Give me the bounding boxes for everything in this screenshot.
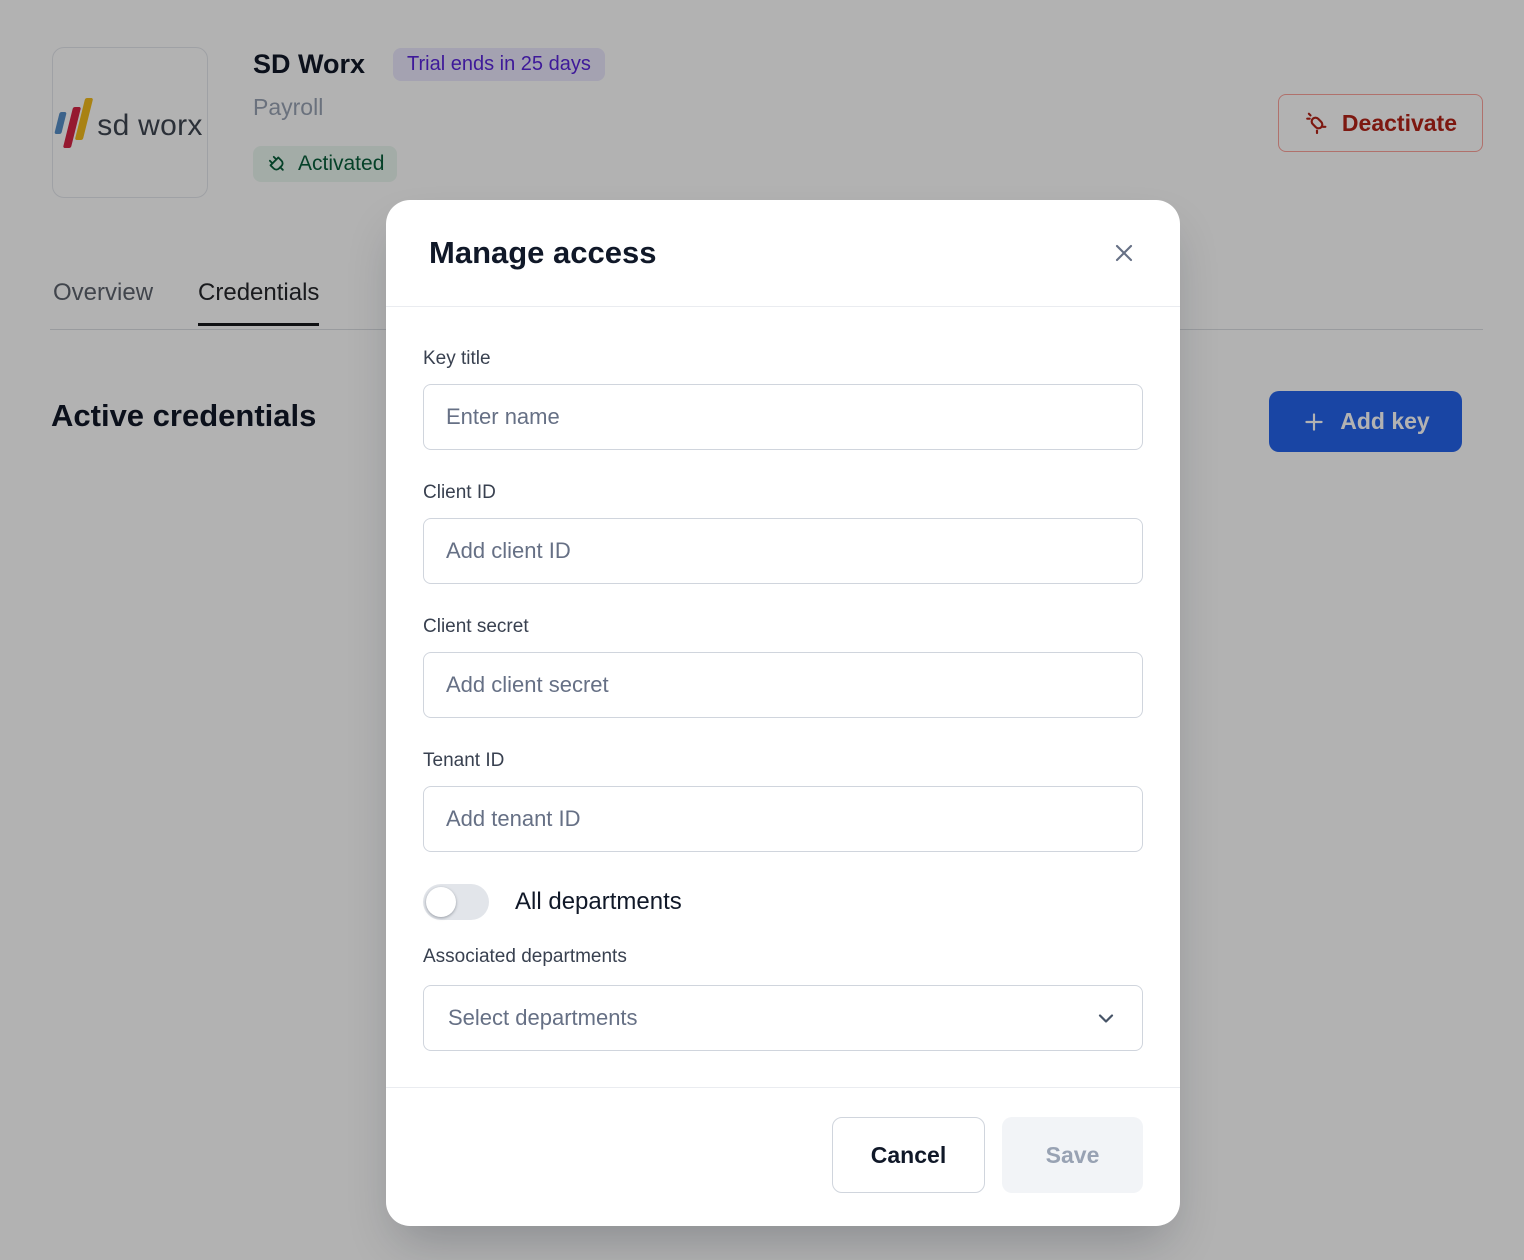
modal-header: Manage access [386,200,1180,307]
tenant-id-input[interactable] [423,786,1143,852]
modal-title: Manage access [429,235,656,271]
key-title-input[interactable] [423,384,1143,450]
key-title-label: Key title [423,348,1143,370]
all-departments-label: All departments [515,888,682,916]
modal-footer: Cancel Save [386,1087,1180,1193]
save-button[interactable]: Save [1002,1117,1143,1193]
cancel-button[interactable]: Cancel [832,1117,985,1193]
toggle-knob [426,887,456,917]
chevron-down-icon [1094,1006,1118,1030]
field-group-client-secret: Client secret [423,616,1143,718]
modal-body: Key title Client ID Client secret Tenant… [386,307,1180,1051]
associated-departments-group: Associated departments Select department… [423,946,1143,1051]
client-id-label: Client ID [423,482,1143,504]
close-icon [1110,239,1138,267]
field-group-key-title: Key title [423,348,1143,450]
manage-access-modal: Manage access Key title Client ID Client… [386,200,1180,1226]
client-id-input[interactable] [423,518,1143,584]
client-secret-label: Client secret [423,616,1143,638]
associated-departments-label: Associated departments [423,946,1143,968]
all-departments-toggle[interactable] [423,884,489,920]
close-button[interactable] [1106,235,1142,271]
field-group-tenant-id: Tenant ID [423,750,1143,852]
tenant-id-label: Tenant ID [423,750,1143,772]
departments-select[interactable]: Select departments [423,985,1143,1051]
field-group-client-id: Client ID [423,482,1143,584]
client-secret-input[interactable] [423,652,1143,718]
departments-select-placeholder: Select departments [448,1005,638,1031]
all-departments-row: All departments [423,884,1143,920]
